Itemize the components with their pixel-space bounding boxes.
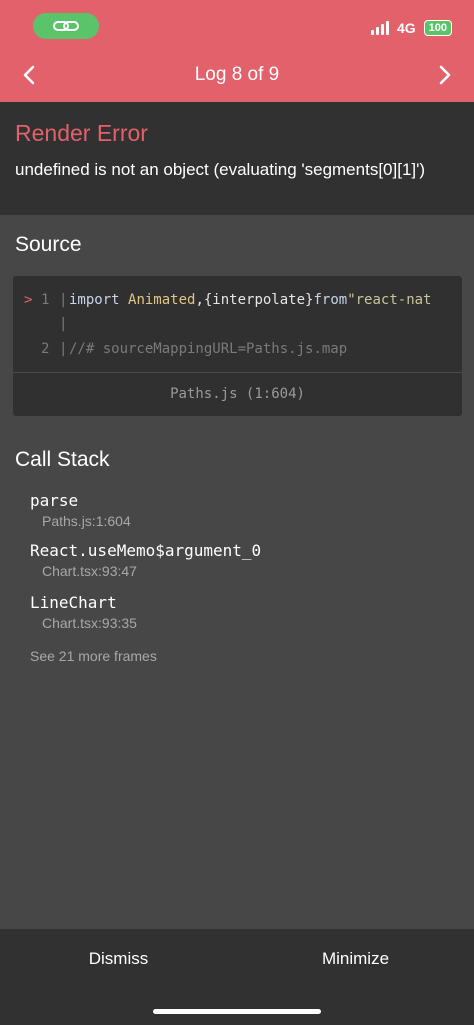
code-frame[interactable]: > 1 | import Animated,{interpolate}from"… bbox=[13, 276, 462, 416]
code-string: "react-nat bbox=[347, 292, 432, 308]
chevron-right-icon bbox=[439, 65, 451, 85]
home-indicator[interactable] bbox=[153, 1009, 321, 1014]
error-title: Render Error bbox=[15, 120, 148, 146]
source-file-location[interactable]: Paths.js (1:604) bbox=[13, 386, 462, 402]
battery-icon: 100 bbox=[423, 20, 452, 36]
code-divider bbox=[13, 372, 462, 373]
stack-frame[interactable]: LineChart Chart.tsx:93:35 bbox=[30, 593, 137, 631]
code-keyword-from: from bbox=[313, 292, 348, 308]
link-icon bbox=[53, 21, 79, 31]
frame-location: Paths.js:1:604 bbox=[42, 513, 131, 529]
line-marker: > bbox=[24, 292, 33, 308]
line-number: 2 bbox=[41, 341, 50, 357]
next-log-button[interactable] bbox=[432, 62, 458, 88]
code-comment: //# sourceMappingURL=Paths.js.map bbox=[69, 341, 348, 357]
source-heading: Source bbox=[15, 233, 82, 256]
line-number: 1 bbox=[41, 292, 50, 308]
see-more-frames-link[interactable]: See 21 more frames bbox=[30, 648, 157, 664]
network-type: 4G bbox=[396, 20, 416, 36]
code-punct: ,{interpolate} bbox=[195, 292, 314, 308]
frame-function: parse bbox=[30, 491, 79, 510]
code-lines: > 1 | import Animated,{interpolate}from"… bbox=[24, 292, 432, 357]
frame-location: Chart.tsx:93:35 bbox=[42, 615, 137, 631]
stack-frame[interactable]: parse Paths.js:1:604 bbox=[30, 491, 131, 529]
signal-icon bbox=[370, 21, 389, 35]
code-keyword: import bbox=[69, 292, 120, 308]
code-identifier: Animated bbox=[128, 292, 196, 308]
minimize-button[interactable]: Minimize bbox=[237, 949, 474, 969]
battery-level: 100 bbox=[428, 22, 447, 34]
dismiss-button[interactable]: Dismiss bbox=[0, 949, 237, 969]
log-title: Log 8 of 9 bbox=[194, 64, 280, 85]
stack-frame[interactable]: React.useMemo$argument_0 Chart.tsx:93:47 bbox=[30, 541, 261, 579]
error-block: Render Error undefined is not an object … bbox=[0, 102, 474, 215]
frame-function: React.useMemo$argument_0 bbox=[30, 541, 262, 560]
call-stack-heading: Call Stack bbox=[15, 448, 110, 471]
frame-location: Chart.tsx:93:47 bbox=[42, 563, 137, 579]
frame-function: LineChart bbox=[30, 593, 117, 612]
status-pill[interactable] bbox=[33, 13, 99, 39]
status-indicators: 4G 100 bbox=[370, 20, 452, 36]
header: 4G 100 Log 8 of 9 bbox=[0, 0, 474, 102]
error-message: undefined is not an object (evaluating '… bbox=[15, 160, 426, 179]
